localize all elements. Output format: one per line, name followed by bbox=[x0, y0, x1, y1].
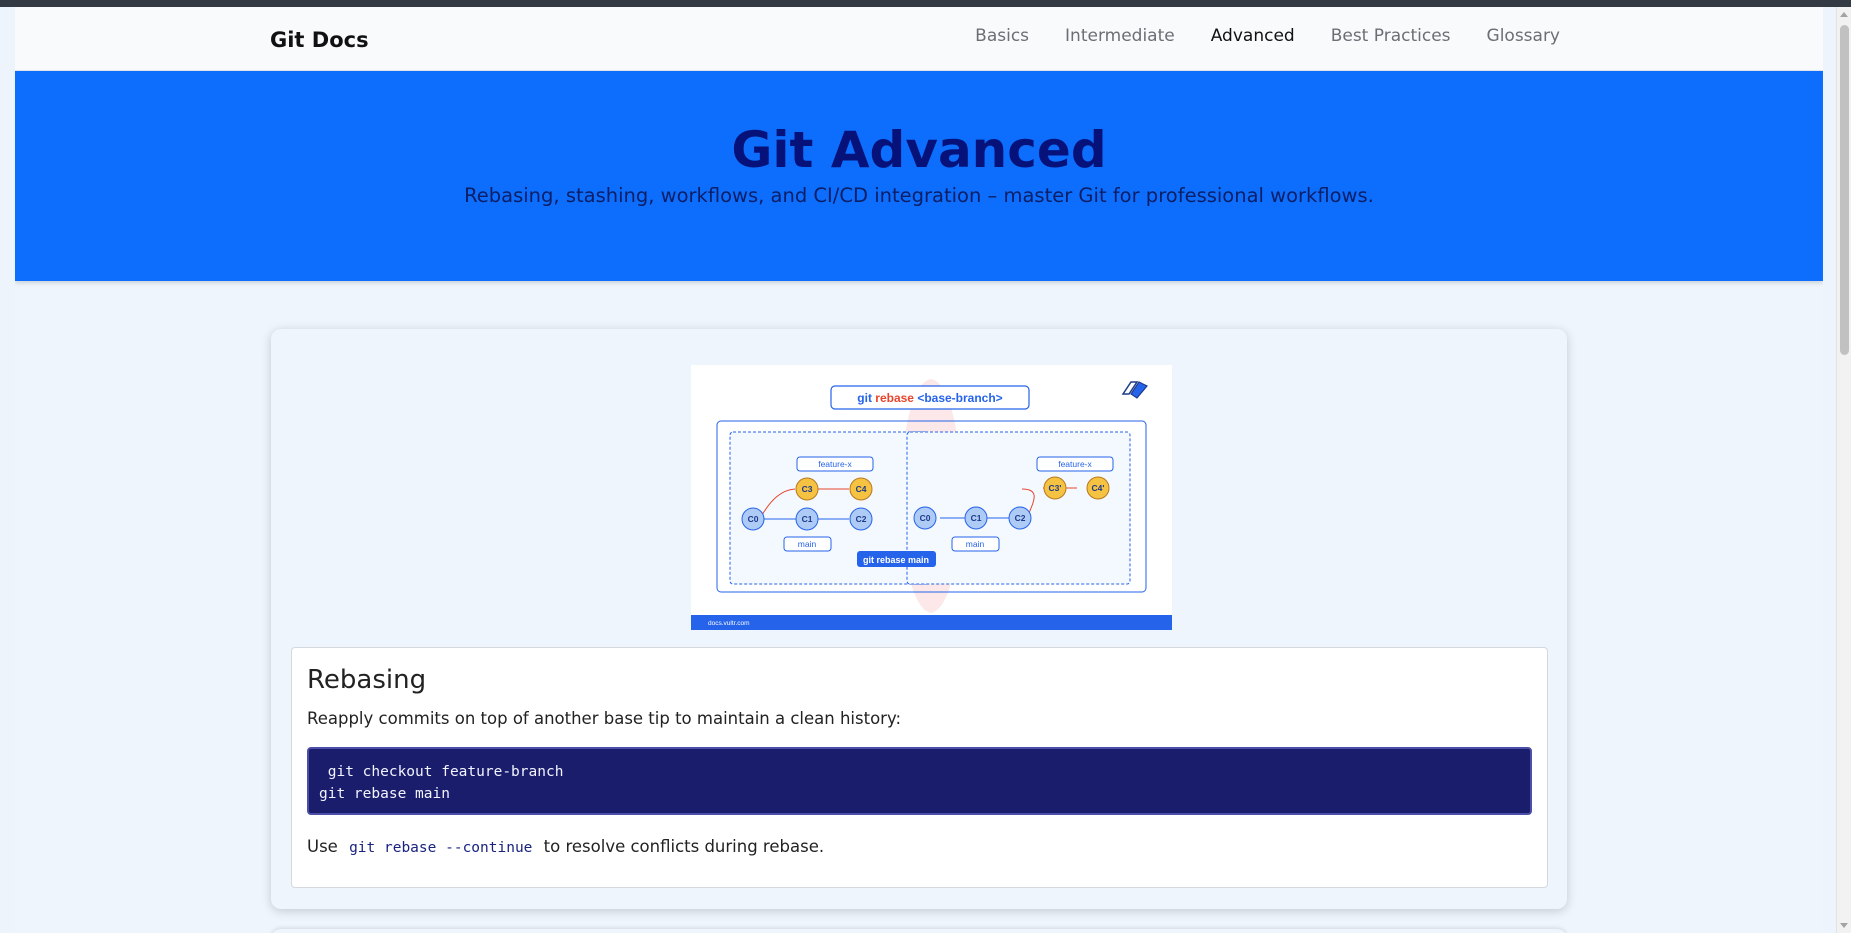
section-note: Use git rebase --continue to resolve con… bbox=[307, 837, 1532, 856]
section-description: Reapply commits on top of another base t… bbox=[307, 709, 902, 728]
svg-text:C3': C3' bbox=[1049, 483, 1062, 493]
top-navbar: Git Docs Basics Intermediate Advanced Be… bbox=[15, 7, 1823, 71]
hero-subtitle: Rebasing, stashing, workflows, and CI/CD… bbox=[464, 184, 1374, 207]
nav-link-best-practices[interactable]: Best Practices bbox=[1331, 26, 1451, 46]
svg-text:C4: C4 bbox=[856, 484, 867, 494]
nav-link-advanced[interactable]: Advanced bbox=[1211, 26, 1295, 46]
rebase-diagram-image: git rebase <base-branch> feature-x C0 C1… bbox=[691, 365, 1172, 630]
hero-banner: Git Advanced Rebasing, stashing, workflo… bbox=[15, 71, 1823, 281]
nav-link-glossary[interactable]: Glossary bbox=[1487, 26, 1560, 46]
code-block[interactable]: git checkout feature-branch git rebase m… bbox=[307, 747, 1532, 815]
svg-text:git rebase main: git rebase main bbox=[863, 555, 929, 565]
svg-text:C3: C3 bbox=[802, 484, 813, 494]
nav-link-basics[interactable]: Basics bbox=[975, 26, 1029, 46]
browser-top-strip bbox=[0, 0, 1851, 7]
svg-text:C0: C0 bbox=[920, 513, 931, 523]
hero-title: Git Advanced bbox=[731, 121, 1107, 179]
svg-text:feature-x: feature-x bbox=[1058, 459, 1092, 469]
svg-text:main: main bbox=[966, 539, 985, 549]
vertical-scrollbar[interactable] bbox=[1836, 7, 1851, 933]
svg-text:C2: C2 bbox=[1015, 513, 1026, 523]
inline-code: git rebase --continue bbox=[349, 840, 533, 856]
nav-links: Basics Intermediate Advanced Best Practi… bbox=[939, 26, 1560, 46]
brand-logo-text[interactable]: Git Docs bbox=[270, 28, 369, 52]
svg-text:git rebase <base-branch>: git rebase <base-branch> bbox=[857, 391, 1002, 405]
rebasing-section: Rebasing Reapply commits on top of anoth… bbox=[291, 647, 1548, 888]
code-line: git checkout feature-branch bbox=[319, 764, 564, 780]
nav-link-intermediate[interactable]: Intermediate bbox=[1065, 26, 1175, 46]
section-title: Rebasing bbox=[307, 665, 427, 695]
scroll-up-arrow-icon[interactable] bbox=[1840, 12, 1848, 17]
note-prefix: Use bbox=[307, 837, 338, 856]
svg-text:feature-x: feature-x bbox=[818, 459, 852, 469]
code-line: git rebase main bbox=[319, 786, 450, 802]
svg-text:C1: C1 bbox=[802, 514, 813, 524]
svg-text:C2: C2 bbox=[856, 514, 867, 524]
note-suffix: to resolve conflicts during rebase. bbox=[543, 837, 825, 856]
rebasing-card: git rebase <base-branch> feature-x C0 C1… bbox=[271, 329, 1567, 909]
svg-text:C0: C0 bbox=[748, 514, 759, 524]
scrollbar-thumb[interactable] bbox=[1840, 25, 1849, 355]
scroll-down-arrow-icon[interactable] bbox=[1840, 923, 1848, 928]
svg-text:docs.vultr.com: docs.vultr.com bbox=[708, 620, 750, 627]
page-viewport: Git Docs Basics Intermediate Advanced Be… bbox=[15, 7, 1823, 933]
next-card-edge bbox=[271, 929, 1567, 933]
svg-text:C4': C4' bbox=[1092, 483, 1105, 493]
svg-text:C1: C1 bbox=[971, 513, 982, 523]
svg-text:main: main bbox=[798, 539, 817, 549]
